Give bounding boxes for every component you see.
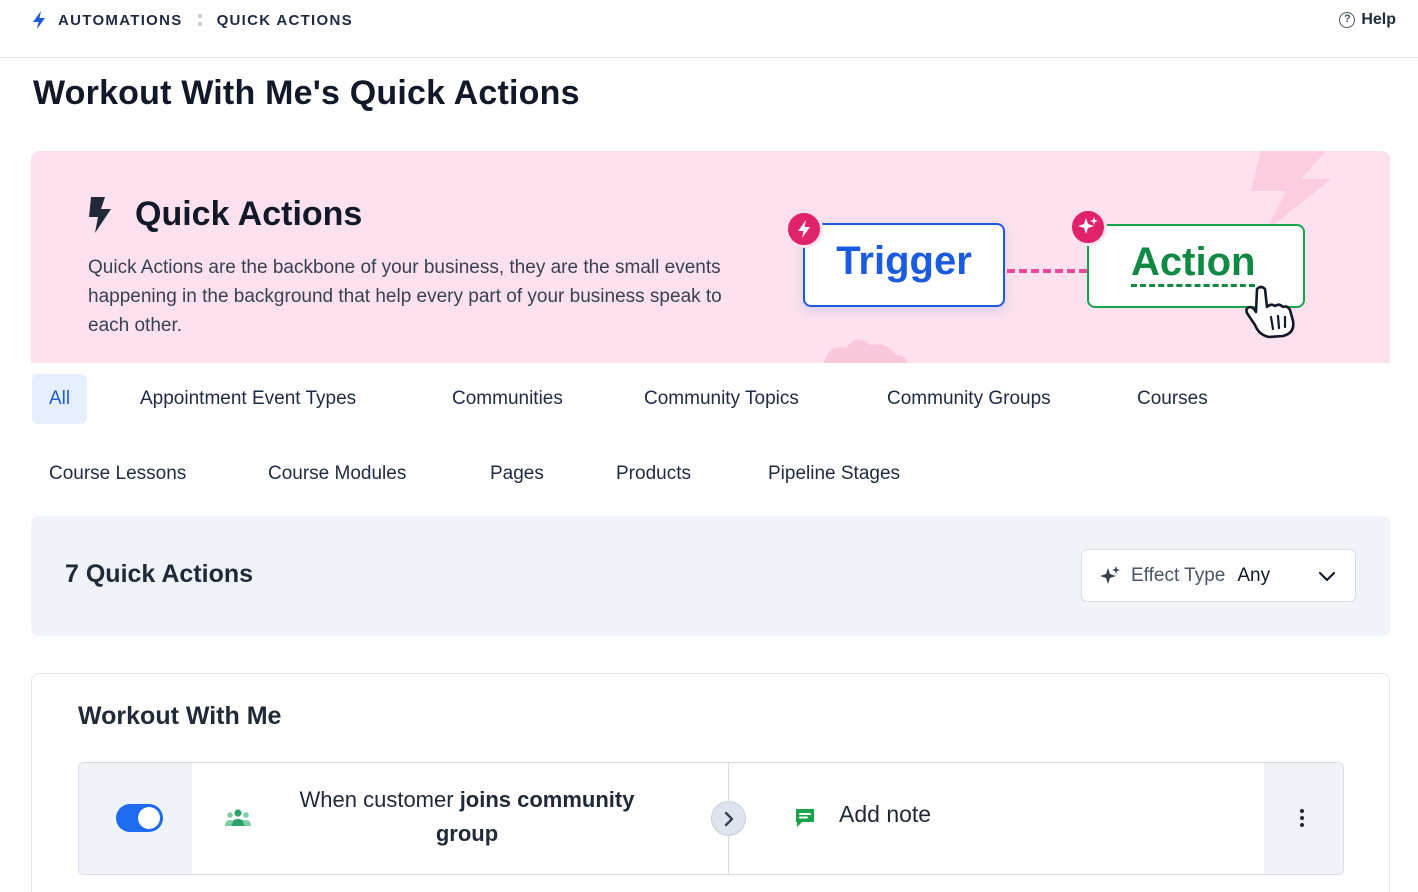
decorative-bolt-shape: [1251, 151, 1331, 231]
trigger-illustration-label: Trigger: [836, 239, 972, 283]
chevron-right-icon: [711, 801, 746, 836]
trigger-event: joins community group: [435, 787, 635, 846]
hero-banner: Quick Actions Quick Actions are the back…: [31, 151, 1390, 363]
lightning-badge-icon: [785, 210, 823, 248]
breadcrumb: AUTOMATIONS QUICK ACTIONS: [30, 10, 353, 30]
help-link[interactable]: ? Help: [1339, 11, 1396, 29]
question-circle-icon: ?: [1339, 12, 1356, 28]
sparkles-icon: [1100, 565, 1120, 584]
row-more-menu-button[interactable]: [1264, 763, 1343, 874]
tab-appointment-event-types[interactable]: Appointment Event Types: [123, 374, 373, 424]
tab-community-topics[interactable]: Community Topics: [627, 374, 816, 424]
effect-type-filter-dropdown[interactable]: Effect Type Any: [1081, 549, 1356, 602]
trigger-description: When customer joins community group: [269, 783, 665, 851]
tab-course-lessons[interactable]: Course Lessons: [32, 449, 203, 499]
connector-line: [1007, 269, 1087, 273]
action-description: Add note: [839, 801, 932, 827]
tab-courses[interactable]: Courses: [1120, 374, 1225, 424]
kebab-menu-icon: [1300, 809, 1304, 827]
tab-all[interactable]: All: [32, 374, 88, 424]
lightning-bolt-icon: [33, 11, 45, 29]
help-label: Help: [1361, 11, 1396, 28]
tab-pages[interactable]: Pages: [473, 449, 561, 499]
breadcrumb-automations[interactable]: AUTOMATIONS: [58, 12, 183, 29]
hero-title: Quick Actions: [135, 195, 363, 233]
quick-action-row: When customer joins community group Add …: [78, 762, 1344, 875]
trigger-illustration-card: Trigger: [803, 223, 1005, 307]
group-title: Workout With Me: [78, 702, 282, 730]
breadcrumb-quick-actions[interactable]: QUICK ACTIONS: [217, 12, 353, 29]
effect-type-filter-value: Any: [1237, 564, 1271, 586]
breadcrumb-separator: [198, 14, 203, 26]
tab-communities[interactable]: Communities: [435, 374, 580, 424]
effect-type-filter-label: Effect Type: [1131, 564, 1226, 586]
users-icon: [225, 809, 251, 826]
decorative-blob-shape: [823, 339, 908, 363]
hero-heading: Quick Actions: [87, 195, 362, 234]
top-bar: AUTOMATIONS QUICK ACTIONS ? Help: [0, 0, 1418, 58]
tab-course-modules[interactable]: Course Modules: [251, 449, 423, 499]
enabled-toggle[interactable]: [116, 804, 163, 832]
quick-action-group-card: Workout With Me When customer joins comm…: [31, 673, 1390, 892]
sparkles-badge-icon: [1069, 208, 1107, 246]
quick-actions-count: 7 Quick Actions: [65, 560, 254, 588]
toggle-cell: [79, 763, 192, 874]
toggle-knob: [138, 807, 160, 829]
hero-description: Quick Actions are the backbone of your b…: [88, 257, 722, 336]
chevron-down-icon: [1318, 571, 1336, 582]
action-illustration-label: Action: [1131, 240, 1256, 287]
pointer-hand-icon: [1245, 285, 1295, 339]
tab-community-groups[interactable]: Community Groups: [870, 374, 1068, 424]
page-title: Workout With Me's Quick Actions: [33, 74, 580, 112]
quick-actions-summary-bar: 7 Quick Actions Effect Type Any: [31, 516, 1390, 636]
note-icon: [796, 809, 814, 827]
tab-pipeline-stages[interactable]: Pipeline Stages: [751, 449, 917, 499]
lightning-bolt-icon: [89, 196, 111, 233]
trigger-prefix: When customer: [299, 787, 460, 812]
tab-products[interactable]: Products: [599, 449, 708, 499]
